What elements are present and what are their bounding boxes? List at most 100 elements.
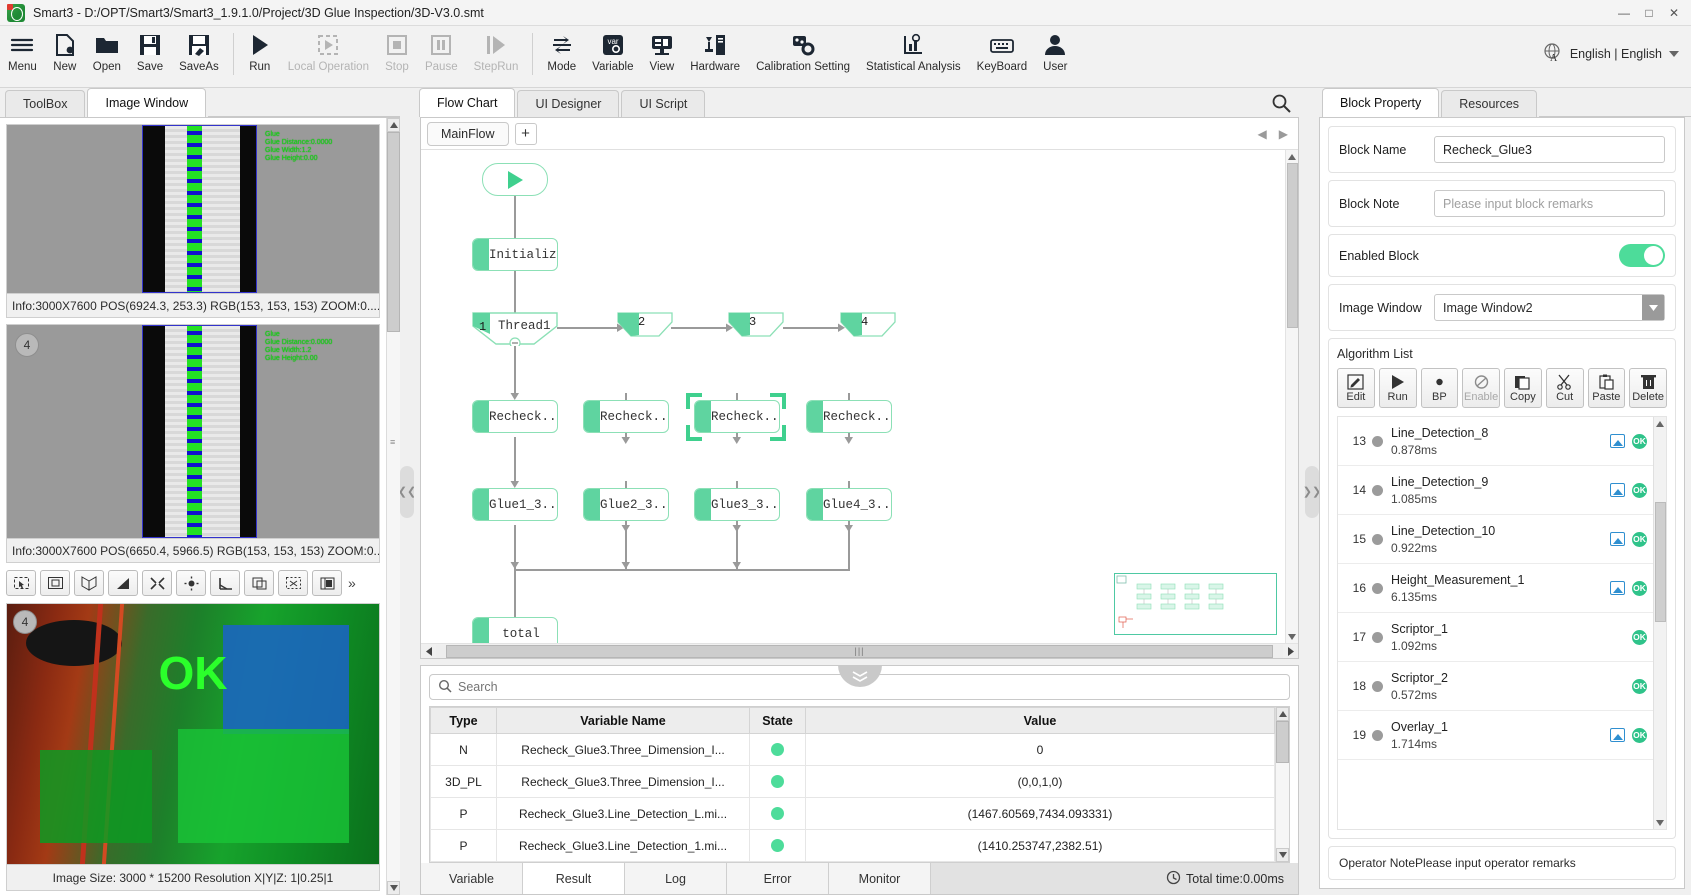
measure-angle-icon[interactable] (210, 570, 240, 596)
table-row[interactable]: N Recheck_Glue3.Three_Dimension_I... 0 (431, 734, 1275, 766)
algorithm-bp-button[interactable]: BP (1421, 368, 1459, 408)
shape-icon[interactable] (108, 570, 138, 596)
toolbar-menu-button[interactable]: Menu (0, 29, 45, 73)
table-row[interactable]: P Recheck_Glue3.Line_Detection_L.mi... (… (431, 798, 1275, 830)
algorithm-copy-button[interactable]: Copy (1504, 368, 1542, 408)
flow-node-glue-2[interactable]: Glue2_3... (583, 488, 669, 521)
flow-node-initialize[interactable]: Initialize (472, 238, 558, 271)
image-output-icon[interactable] (1610, 483, 1625, 497)
enabled-block-toggle[interactable] (1619, 244, 1665, 267)
list-item[interactable]: 13 Line_Detection_8 0.878ms OK (1338, 417, 1653, 466)
flow-node-recheck-4[interactable]: Recheck... (806, 400, 892, 433)
breakpoint-icon[interactable] (1372, 436, 1383, 447)
tab-variable[interactable]: Variable (421, 863, 523, 894)
zoom-extents-icon[interactable] (278, 570, 308, 596)
flow-tab-mainflow[interactable]: MainFlow (427, 122, 509, 146)
algorithm-list[interactable]: 13 Line_Detection_8 0.878ms OK (1337, 416, 1667, 830)
flow-node-glue-3[interactable]: Glue3_3... (694, 488, 780, 521)
toolbar-open-button[interactable]: Open (85, 29, 129, 73)
crop-icon[interactable] (74, 570, 104, 596)
scroll-up-icon[interactable] (1276, 707, 1289, 721)
tab-result[interactable]: Result (523, 863, 625, 894)
column-header-value[interactable]: Value (806, 708, 1275, 734)
variable-table-scrollbar[interactable] (1275, 707, 1289, 862)
add-flow-tab-button[interactable]: + (515, 123, 537, 145)
copy-region-icon[interactable] (244, 570, 274, 596)
toolbar-statistics-button[interactable]: Statistical Analysis (858, 29, 969, 73)
toolbar-hardware-button[interactable]: Hardware (682, 29, 748, 73)
column-header-state[interactable]: State (750, 708, 806, 734)
toolbar-view-button[interactable]: View (641, 29, 682, 73)
toolbar-variable-button[interactable]: var Variable (584, 29, 641, 73)
more-tools-icon[interactable]: » (348, 575, 356, 591)
breakpoint-icon[interactable] (1372, 730, 1383, 741)
image-output-icon[interactable] (1610, 532, 1625, 546)
table-row[interactable]: 3D_PL Recheck_Glue3.Three_Dimension_I...… (431, 766, 1275, 798)
brightness-icon[interactable] (176, 570, 206, 596)
flow-node-start[interactable] (482, 163, 548, 196)
flow-canvas[interactable]: Initialize 1 Thread1 (421, 150, 1285, 643)
toolbar-pause-button[interactable]: Pause (417, 29, 466, 73)
list-item[interactable]: 15 Line_Detection_10 0.922ms OK (1338, 515, 1653, 564)
list-item[interactable]: 18 Scriptor_2 0.572ms OK (1338, 662, 1653, 711)
table-row[interactable]: P Recheck_Glue3.Line_Detection_1.mi... (… (431, 830, 1275, 862)
column-header-name[interactable]: Variable Name (497, 708, 750, 734)
breakpoint-icon[interactable] (1372, 583, 1383, 594)
collapse-right-icon[interactable]: ❯❯ (1305, 466, 1319, 518)
column-header-type[interactable]: Type (431, 708, 497, 734)
language-selector[interactable]: A English | English (1541, 29, 1691, 79)
maximize-button[interactable]: □ (1641, 6, 1657, 20)
scroll-down-icon[interactable] (1276, 848, 1289, 862)
collapse-left-icon[interactable]: ❮❮ (400, 466, 414, 518)
scroll-thumb[interactable] (1276, 721, 1289, 763)
toolbar-calibration-button[interactable]: Calibration Setting (748, 29, 858, 73)
layers-icon[interactable] (312, 570, 342, 596)
flow-node-recheck-1[interactable]: Recheck... (472, 400, 558, 433)
image-viewer-2[interactable]: 4 Glue Glue Distance:0.0000 Glue Width:1… (6, 324, 380, 539)
flow-node-glue-1[interactable]: Glue1_3... (472, 488, 558, 521)
fit-window-icon[interactable] (40, 570, 70, 596)
flow-vertical-scrollbar[interactable] (1285, 150, 1298, 643)
tab-monitor[interactable]: Monitor (829, 863, 931, 894)
flow-branch-4[interactable]: 4 (840, 312, 896, 338)
toolbar-keyboard-button[interactable]: KeyBoard (969, 29, 1036, 73)
algorithm-run-button[interactable]: Run (1379, 368, 1417, 408)
operator-note-input[interactable]: Please input operator remarks (1415, 856, 1576, 870)
toolbar-new-button[interactable]: New (45, 29, 85, 73)
toolbar-local-operation-button[interactable]: Local Operation (280, 29, 377, 73)
breakpoint-icon[interactable] (1372, 681, 1383, 692)
algorithm-enable-button[interactable]: Enable (1462, 368, 1500, 408)
pointcloud-viewer[interactable]: 4 OK (6, 603, 380, 865)
scroll-up-icon[interactable] (1287, 150, 1298, 163)
scroll-thumb[interactable] (387, 132, 400, 332)
algorithm-edit-button[interactable]: Edit (1337, 368, 1375, 408)
flow-horizontal-scrollbar[interactable]: ||| (421, 643, 1298, 658)
algorithm-list-scrollbar[interactable] (1653, 417, 1666, 829)
image-output-icon[interactable] (1610, 434, 1625, 448)
toolbar-saveas-button[interactable]: SaveAs (171, 29, 227, 73)
scroll-down-icon[interactable] (387, 881, 400, 895)
chevron-down-icon[interactable] (1642, 295, 1664, 320)
image-viewer-1[interactable]: Glue Glue Distance:0.0000 Glue Width:1.2… (6, 124, 380, 294)
tab-flow-chart[interactable]: Flow Chart (419, 88, 515, 117)
close-button[interactable]: ✕ (1666, 6, 1682, 20)
flow-minimap[interactable] (1114, 573, 1277, 635)
nav-prev-icon[interactable]: ◀ (1258, 127, 1267, 141)
list-item[interactable]: 14 Line_Detection_9 1.085ms OK (1338, 466, 1653, 515)
breakpoint-icon[interactable] (1372, 632, 1383, 643)
breakpoint-icon[interactable] (1372, 485, 1383, 496)
algorithm-delete-button[interactable]: Delete (1629, 368, 1667, 408)
algorithm-cut-button[interactable]: Cut (1546, 368, 1584, 408)
toolbar-user-button[interactable]: User (1035, 29, 1075, 73)
toolbar-run-button[interactable]: Run (240, 29, 280, 73)
flow-node-total[interactable]: total (472, 617, 558, 643)
scroll-left-icon[interactable] (421, 644, 436, 658)
right-collapse-handle[interactable]: ❯❯ (1305, 88, 1319, 895)
scroll-right-icon[interactable] (1283, 644, 1298, 658)
toolbar-steprun-button[interactable]: StepRun (466, 29, 527, 73)
tab-ui-designer[interactable]: UI Designer (517, 90, 619, 117)
scroll-up-icon[interactable] (387, 118, 400, 132)
scroll-thumb[interactable] (1655, 502, 1666, 622)
search-icon[interactable] (1271, 88, 1305, 117)
tab-toolbox[interactable]: ToolBox (5, 90, 85, 117)
